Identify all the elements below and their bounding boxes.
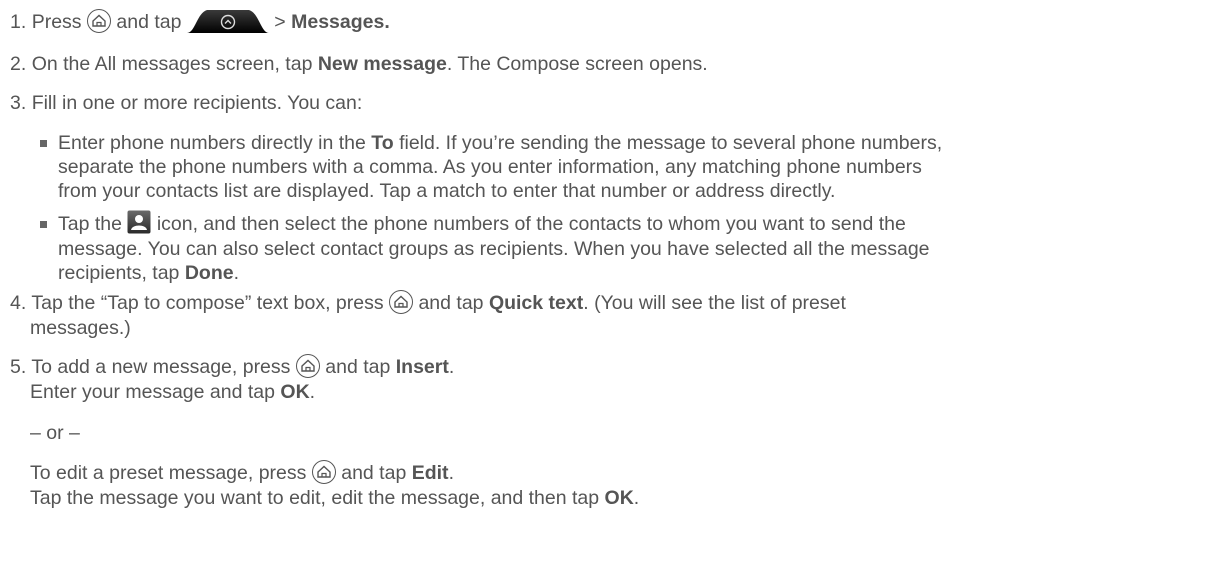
step-text: Tap the “Tap to compose” text box, press xyxy=(31,292,384,314)
step-text: and tap xyxy=(325,356,396,378)
home-icon xyxy=(311,459,336,484)
step-text: Fill in one or more recipients. You can: xyxy=(31,92,363,114)
bullet-text: Enter phone numbers directly in the xyxy=(58,132,372,154)
emphasis: Messages. xyxy=(291,11,390,33)
step-1: 1. Press and tap > Messages. xyxy=(10,8,1205,35)
step-number: 1. xyxy=(10,11,27,33)
emphasis: To xyxy=(371,132,394,154)
bullet-text: separate the phone numbers with a comma.… xyxy=(58,156,922,178)
bullet-item: Tap the icon, and then select the phone … xyxy=(40,210,1205,285)
emphasis: New message xyxy=(317,53,447,75)
step-text: . xyxy=(448,462,454,484)
bullet-text: icon, and then select the phone numbers … xyxy=(156,213,906,235)
bullet-item: Enter phone numbers directly in the To f… xyxy=(40,131,1205,203)
bullet-text: field. If you’re sending the message to … xyxy=(393,132,943,154)
step-text: To edit a preset message, press xyxy=(30,462,307,484)
step-4: 4. Tap the “Tap to compose” text box, pr… xyxy=(10,289,1205,340)
bullet-marker xyxy=(40,221,47,228)
step-5-alt: To edit a preset message, press and tap … xyxy=(10,459,1209,510)
contact-icon xyxy=(127,210,151,234)
step-text: . (You will see the list of preset xyxy=(583,292,846,314)
emphasis: Done xyxy=(184,261,234,284)
step-text: Tap the message you want to edit, edit t… xyxy=(30,486,605,509)
emphasis: OK xyxy=(280,380,310,403)
step-text: and tap xyxy=(418,292,489,314)
home-icon xyxy=(389,289,414,314)
step-number: 3. xyxy=(10,92,27,114)
step-number: 5. xyxy=(10,356,27,378)
step-text: To add a new message, press xyxy=(31,356,291,378)
step-text: . xyxy=(448,356,455,378)
step-number: 4. xyxy=(10,292,27,314)
home-icon xyxy=(295,353,320,378)
emphasis: Insert xyxy=(395,356,449,378)
bullet-text: recipients, tap xyxy=(58,261,185,284)
apps-tab-icon xyxy=(186,9,269,33)
instructions-page: 1. Press and tap > Messages. 2. On the A… xyxy=(0,0,1209,578)
emphasis: OK xyxy=(604,486,634,509)
step-text: . xyxy=(309,380,316,403)
bullet-text: from your contacts list are displayed. T… xyxy=(58,180,836,202)
step-number: 2. xyxy=(10,53,27,75)
step-text: Press xyxy=(31,11,82,33)
step-5: 5. To add a new message, press and tap I… xyxy=(10,353,1205,404)
step-text: and tap xyxy=(116,11,182,33)
step-text: . xyxy=(633,486,640,509)
bullet-text: message. You can also select contact gro… xyxy=(58,237,930,260)
step-text: . The Compose screen opens. xyxy=(446,53,708,75)
step-3: 3. Fill in one or more recipients. You c… xyxy=(10,91,1205,115)
emphasis: Quick text xyxy=(488,292,584,314)
step-2: 2. On the All messages screen, tap New m… xyxy=(10,52,1205,76)
bullet-text: . xyxy=(233,261,239,284)
bullet-marker xyxy=(40,140,47,147)
step-text: > xyxy=(274,11,292,33)
step-text: messages.) xyxy=(30,316,131,339)
emphasis: Edit xyxy=(411,462,449,484)
step-text: Enter your message and tap xyxy=(30,380,281,403)
home-icon xyxy=(86,8,111,33)
or-separator: – or – xyxy=(30,422,80,444)
bullet-text: Tap the xyxy=(58,213,122,235)
step-text: On the All messages screen, tap xyxy=(31,53,318,75)
step-text: and tap xyxy=(341,462,412,484)
